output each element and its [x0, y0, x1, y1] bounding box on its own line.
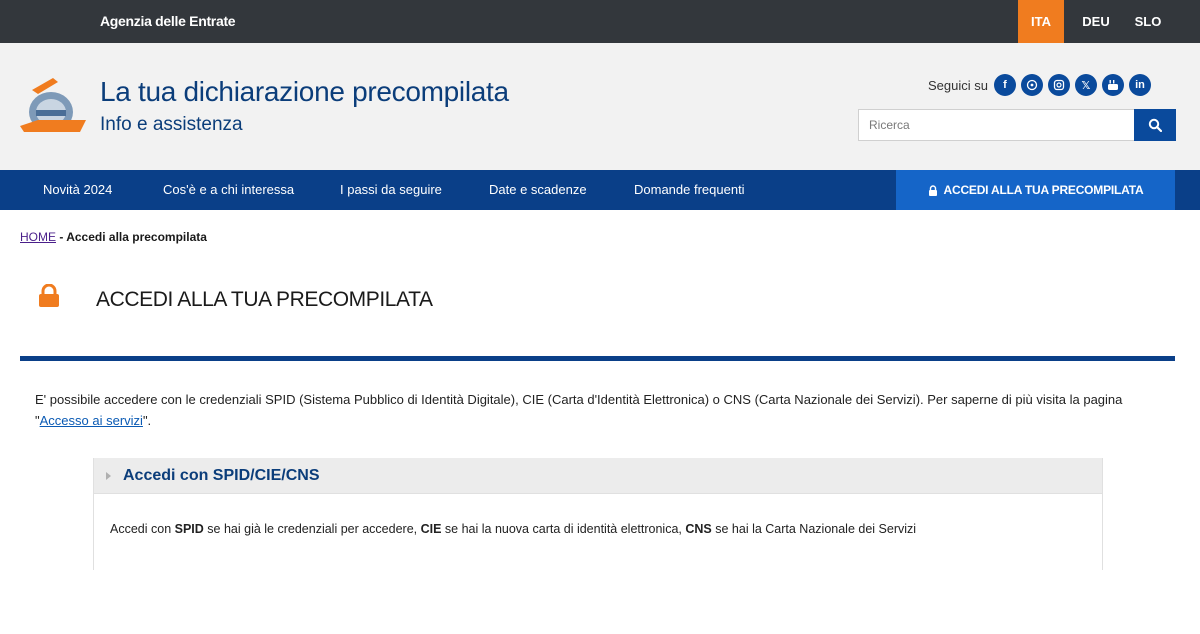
search-button[interactable] [1134, 109, 1176, 141]
org-name[interactable]: Agenzia delle Entrate [100, 0, 236, 43]
search-bar [858, 109, 1176, 141]
page-title: ACCEDI ALLA TUA PRECOMPILATA [96, 288, 433, 311]
social-follow: Seguici su f 𝕏 in [928, 74, 1156, 96]
access-label: ACCEDI ALLA TUA PRECOMPILATA [943, 183, 1144, 197]
nav-passi[interactable]: I passi da seguire [340, 170, 442, 210]
follow-label: Seguici su [928, 77, 988, 93]
lock-icon [928, 184, 937, 196]
nav-novita[interactable]: Novità 2024 [43, 170, 112, 210]
search-icon [1148, 118, 1162, 132]
accesso-servizi-link[interactable]: Accesso ai servizi [40, 413, 143, 428]
acc-spid: SPID [174, 522, 204, 536]
nav-date[interactable]: Date e scadenze [489, 170, 587, 210]
acc-text-4: se hai la Carta Nazionale dei Servizi [711, 522, 917, 536]
acc-cie: CIE [420, 522, 442, 536]
linkedin-icon[interactable]: in [1128, 74, 1151, 96]
intro-body: E' possibile accedere con le credenziali… [35, 392, 1123, 428]
instagram-icon[interactable] [1047, 74, 1070, 96]
lock-icon [39, 284, 59, 307]
lang-deu[interactable]: DEU [1075, 0, 1117, 43]
accordion-body: Accedi con SPID se hai già le credenzial… [94, 494, 1102, 536]
intro-text: E' possibile accedere con le credenziali… [35, 389, 1170, 431]
x-icon[interactable]: 𝕏 [1074, 74, 1097, 96]
lang-ita[interactable]: ITA [1018, 0, 1064, 43]
site-header: La tua dichiarazione precompilata Info e… [0, 43, 1200, 170]
access-precompilata-button[interactable]: ACCEDI ALLA TUA PRECOMPILATA [896, 170, 1175, 210]
site-subtitle: Info e assistenza [100, 114, 243, 135]
main-nav: Novità 2024 Cos'è e a chi interessa I pa… [0, 170, 1200, 210]
breadcrumb: HOME - Accedi alla precompilata [20, 230, 207, 244]
accordion-header[interactable]: Accedi con SPID/CIE/CNS [94, 458, 1102, 494]
whatsapp-icon[interactable] [1020, 74, 1043, 96]
acc-text-3: se hai la nuova carta di identità elettr… [441, 522, 686, 536]
lang-slo[interactable]: SLO [1127, 0, 1169, 43]
acc-text-2: se hai già le credenziali per accedere, [203, 522, 421, 536]
youtube-icon[interactable] [1101, 74, 1124, 96]
accordion-spid: Accedi con SPID/CIE/CNS Accedi con SPID … [93, 458, 1103, 570]
acc-text-1: Accedi con [110, 522, 175, 536]
breadcrumb-home[interactable]: HOME [20, 230, 56, 244]
search-input[interactable] [858, 109, 1134, 141]
nav-domande[interactable]: Domande frequenti [634, 170, 745, 210]
nav-cose[interactable]: Cos'è e a chi interessa [163, 170, 294, 210]
breadcrumb-current: - Accedi alla precompilata [56, 230, 207, 244]
site-title[interactable]: La tua dichiarazione precompilata [100, 76, 509, 108]
top-bar: Agenzia delle Entrate ITA DEU SLO [0, 0, 1200, 43]
agenzia-logo[interactable] [18, 76, 88, 136]
title-divider [20, 356, 1175, 361]
intro-end: ". [142, 413, 152, 428]
accordion-title: Accedi con SPID/CIE/CNS [123, 466, 320, 484]
acc-cns: CNS [685, 522, 712, 536]
caret-right-icon [106, 471, 111, 480]
facebook-icon[interactable]: f [993, 74, 1016, 96]
